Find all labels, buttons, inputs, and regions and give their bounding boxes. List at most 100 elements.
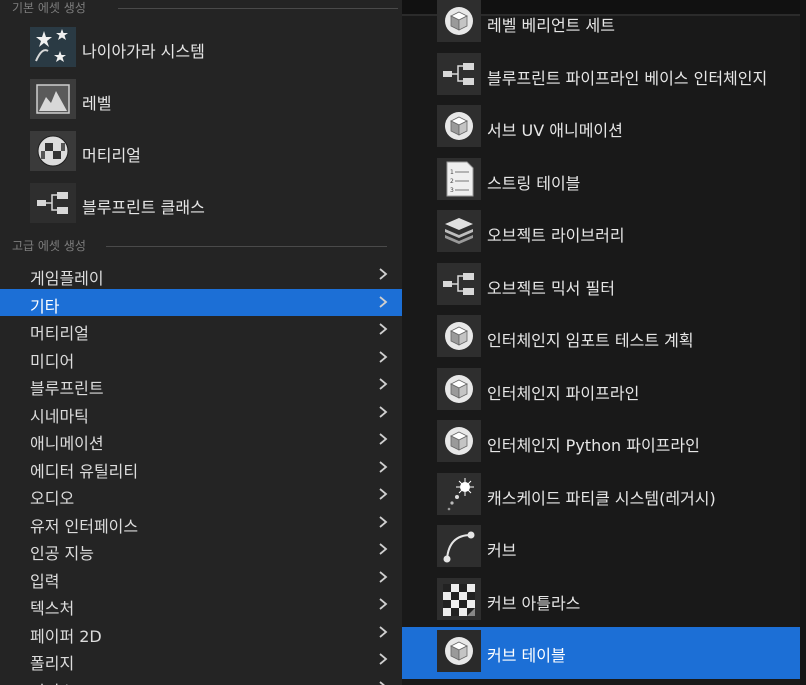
advanced-assets-section-title: 고급 에셋 생성 <box>12 239 86 253</box>
niagara-system-icon <box>30 27 76 67</box>
asset-type-label: 레벨 베리언트 세트 <box>487 16 615 35</box>
cube-icon <box>437 420 481 462</box>
category-label: 기타 <box>30 296 60 316</box>
category-label: 텍스처 <box>30 599 75 618</box>
asset-niagara-system[interactable]: 나이아가라 시스템 <box>30 27 390 73</box>
category-label: 페이퍼 2D <box>30 626 102 646</box>
asset-type-item[interactable]: 인터체인지 임포트 테스트 계획 <box>402 312 800 364</box>
asset-type-label: 오브젝트 믹서 필터 <box>487 278 615 298</box>
category-item[interactable]: 유저 인터페이스 <box>0 509 402 536</box>
category-item[interactable]: 입력 <box>0 564 402 591</box>
basic-assets-section-header: 기본 에셋 생성 <box>12 1 398 15</box>
category-item[interactable]: 게임플레이 <box>0 261 402 288</box>
chevron-right-icon <box>376 487 390 501</box>
chevron-right-icon <box>376 597 390 611</box>
svg-text:2: 2 <box>450 178 454 185</box>
category-item[interactable]: 에디터 유틸리티 <box>0 454 402 481</box>
basic-assets-section-title: 기본 에셋 생성 <box>12 1 86 15</box>
category-label: 피지스 <box>30 678 74 685</box>
blueprint-node-icon <box>437 52 481 95</box>
asset-type-label: 인터체인지 임포트 테스트 계획 <box>487 331 694 350</box>
curve-icon <box>437 525 481 567</box>
asset-type-item[interactable]: 인터체인지 파이프라인 <box>402 365 800 417</box>
category-label: 입력 <box>30 571 60 591</box>
category-item[interactable]: 폴리지 <box>0 646 402 673</box>
section-divider <box>118 8 398 9</box>
asset-type-item[interactable]: 커브 아틀라스 <box>402 575 800 627</box>
section-divider <box>106 246 387 247</box>
asset-category-panel: 기본 에셋 생성 나이아가라 시스템 레벨 머티리얼 블루프린트 클래스 고급 … <box>0 0 402 685</box>
cube-icon <box>437 105 481 147</box>
chevron-right-icon <box>376 680 390 685</box>
category-item[interactable]: 시네마틱 <box>0 399 402 426</box>
asset-type-item[interactable]: 블루프린트 파이프라인 베이스 인터체인지 <box>402 50 800 102</box>
category-label: 인공 지능 <box>30 544 94 563</box>
asset-type-label: 스트링 테이블 <box>487 173 581 193</box>
category-item[interactable]: 오디오 <box>0 481 402 508</box>
string-table-icon: 1 2 3 <box>437 157 481 200</box>
category-label: 시네마틱 <box>30 406 89 426</box>
category-item[interactable]: 페이퍼 2D <box>0 619 402 646</box>
asset-type-item[interactable]: 레벨 베리언트 세트 <box>402 0 800 49</box>
chevron-right-icon <box>376 295 390 309</box>
asset-label: 레벨 <box>82 94 112 113</box>
category-item[interactable]: 블루프린트 <box>0 371 402 398</box>
asset-type-label: 인터체인지 파이프라인 <box>487 383 640 403</box>
chevron-right-icon <box>376 542 390 556</box>
asset-label: 나이아가라 시스템 <box>82 42 205 61</box>
asset-label: 머티리얼 <box>82 146 141 165</box>
category-item[interactable]: 미디어 <box>0 344 402 371</box>
category-label: 폴리지 <box>30 654 75 673</box>
category-item[interactable]: 텍스처 <box>0 591 402 618</box>
category-item[interactable]: 피지스 <box>0 674 402 685</box>
chevron-right-icon <box>376 350 390 364</box>
category-label: 미디어 <box>30 351 75 371</box>
asset-type-item[interactable]: 캐스케이드 파티클 시스템(레거시) <box>402 470 800 522</box>
category-label: 머티리얼 <box>30 324 89 343</box>
chevron-right-icon <box>376 460 390 474</box>
asset-type-label: 커브 <box>487 541 517 560</box>
category-item[interactable]: 머티리얼 <box>0 316 402 343</box>
asset-type-item[interactable]: 1 2 3 스트링 테이블 <box>402 155 800 207</box>
svg-text:1: 1 <box>450 169 454 176</box>
blueprint-class-icon <box>30 183 76 223</box>
cube-icon <box>437 367 481 410</box>
asset-type-label: 커브 아틀라스 <box>487 593 581 613</box>
category-label: 블루프린트 <box>30 379 104 398</box>
asset-label: 블루프린트 클래스 <box>82 198 205 217</box>
asset-type-label: 커브 테이블 <box>487 646 566 665</box>
asset-material[interactable]: 머티리얼 <box>30 131 390 177</box>
category-item[interactable]: 애니메이션 <box>0 426 402 453</box>
checker-icon <box>437 577 481 620</box>
chevron-right-icon <box>376 432 390 446</box>
category-label: 게임플레이 <box>30 269 104 288</box>
asset-type-label: 블루프린트 파이프라인 베이스 인터체인지 <box>487 68 768 88</box>
asset-blueprint-class[interactable]: 블루프린트 클래스 <box>30 183 390 229</box>
cube-icon <box>437 0 481 42</box>
advanced-assets-section-header: 고급 에셋 생성 <box>12 239 387 253</box>
category-label: 유저 인터페이스 <box>30 516 139 536</box>
asset-type-item[interactable]: 오브젝트 라이브러리 <box>402 207 800 259</box>
chevron-right-icon <box>376 625 390 639</box>
level-icon <box>30 79 76 119</box>
category-item[interactable]: 인공 지능 <box>0 536 402 563</box>
asset-type-label: 오브젝트 라이브러리 <box>487 226 625 245</box>
asset-type-label: 인터체인지 Python 파이프라인 <box>487 436 700 455</box>
asset-type-item[interactable]: 커브 <box>402 522 800 574</box>
asset-type-item[interactable]: 오브젝트 믹서 필터 <box>402 260 800 312</box>
asset-level[interactable]: 레벨 <box>30 79 390 125</box>
chevron-right-icon <box>376 515 390 529</box>
submenu-scrollbar[interactable] <box>800 0 806 685</box>
category-label: 오디오 <box>30 489 75 508</box>
chevron-right-icon <box>376 377 390 391</box>
category-label: 에디터 유틸리티 <box>30 461 139 481</box>
chevron-right-icon <box>376 652 390 666</box>
asset-type-item[interactable]: 서브 UV 애니메이션 <box>402 102 800 154</box>
asset-type-item[interactable]: 인터체인지 Python 파이프라인 <box>402 417 800 469</box>
object-library-icon <box>437 210 481 252</box>
cascade-particle-icon <box>437 472 481 515</box>
chevron-right-icon <box>376 322 390 336</box>
asset-type-submenu: 레벨 베리언트 세트블루프린트 파이프라인 베이스 인터체인지서브 UV 애니메… <box>402 0 806 685</box>
asset-type-item[interactable]: 커브 테이블 <box>402 627 800 679</box>
category-item[interactable]: 기타 <box>0 288 402 316</box>
